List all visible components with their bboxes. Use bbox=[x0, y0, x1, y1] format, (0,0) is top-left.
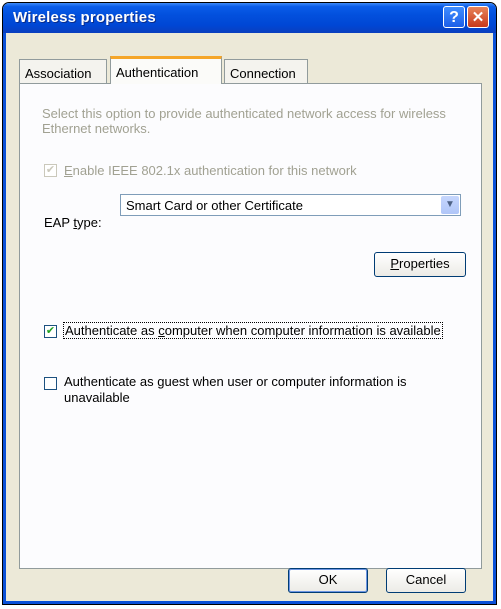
checkmark-icon: ✔ bbox=[45, 164, 56, 176]
authenticate-as-guest-checkbox[interactable] bbox=[44, 377, 57, 390]
authentication-panel: Select this option to provide authentica… bbox=[19, 83, 482, 569]
window-title: Wireless properties bbox=[13, 9, 156, 26]
tab-connection[interactable]: Connection bbox=[224, 59, 308, 83]
enable-8021x-checkbox[interactable]: ✔ bbox=[44, 164, 57, 177]
cancel-button[interactable]: Cancel bbox=[386, 568, 466, 593]
dialog-body: Association Authentication Connection Se… bbox=[3, 33, 496, 604]
ok-button[interactable]: OK bbox=[288, 568, 368, 593]
tab-association[interactable]: Association bbox=[19, 59, 107, 83]
wireless-properties-dialog: Wireless properties ? ✕ Association Auth… bbox=[2, 2, 497, 605]
checkmark-icon: ✔ bbox=[45, 325, 56, 337]
properties-button[interactable]: Properties bbox=[374, 252, 466, 277]
eap-type-value: Smart Card or other Certificate bbox=[126, 198, 304, 213]
eap-type-select[interactable]: Smart Card or other Certificate ▼ bbox=[120, 194, 461, 216]
enable-8021x-label: Enable IEEE 802.1x authentication for th… bbox=[64, 163, 357, 178]
authenticate-as-computer-checkbox[interactable]: ✔ bbox=[44, 325, 57, 338]
title-bar[interactable]: Wireless properties ? ✕ bbox=[3, 3, 496, 33]
close-icon: ✕ bbox=[471, 9, 485, 26]
help-button[interactable]: ? bbox=[443, 6, 465, 28]
close-button[interactable]: ✕ bbox=[467, 6, 489, 28]
help-icon: ? bbox=[449, 9, 459, 26]
tab-authentication[interactable]: Authentication bbox=[110, 56, 222, 84]
chevron-down-icon[interactable]: ▼ bbox=[441, 196, 459, 214]
authenticate-as-computer-label[interactable]: Authenticate as computer when computer i… bbox=[63, 322, 443, 339]
eap-type-label: EAP type: bbox=[44, 215, 102, 230]
authentication-description: Select this option to provide authentica… bbox=[42, 106, 446, 136]
authenticate-as-guest-label[interactable]: Authenticate as guest when user or compu… bbox=[64, 374, 444, 406]
